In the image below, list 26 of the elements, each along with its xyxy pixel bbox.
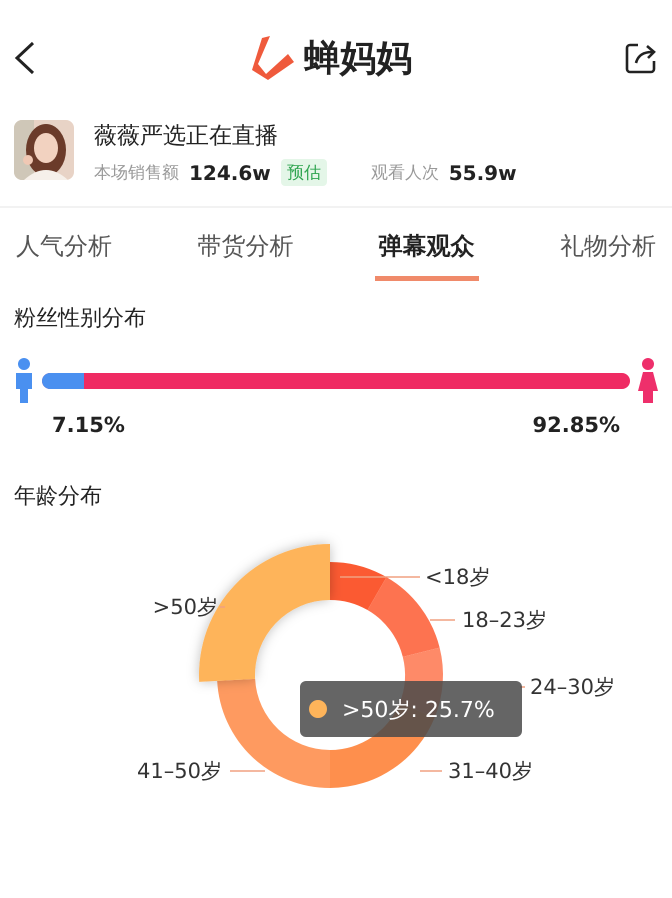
segment-label: 18–23岁 xyxy=(462,608,547,632)
segment-label: <18岁 xyxy=(425,565,490,589)
sales-label: 本场销售额 xyxy=(94,162,179,184)
estimate-tag: 预估 xyxy=(280,159,327,186)
segment-label: >50岁 xyxy=(152,595,218,619)
section-title: 年龄分布 xyxy=(13,483,103,511)
sales-value: 124.6w xyxy=(189,160,271,184)
segment-label: 24–30岁 xyxy=(530,675,615,699)
chart-tooltip: >50岁: 25.7% xyxy=(300,681,522,737)
app-title: 蝉妈妈 xyxy=(304,36,412,80)
female-percent: 92.85% xyxy=(532,413,620,437)
segment-label: 41–50岁 xyxy=(137,759,222,783)
views-label: 观看人次 xyxy=(370,162,439,184)
male-percent: 7.15% xyxy=(52,413,125,437)
tab[interactable]: 礼物分析 xyxy=(556,224,660,281)
tab[interactable]: 带货分析 xyxy=(193,224,298,281)
tab[interactable]: 人气分析 xyxy=(12,224,116,281)
share-icon[interactable] xyxy=(624,41,658,75)
streamer-name: 薇薇严选正在直播 xyxy=(94,122,279,151)
back-icon[interactable] xyxy=(14,41,36,75)
section-title: 粉丝性别分布 xyxy=(13,305,147,333)
female-icon xyxy=(636,357,660,405)
segment-label: 31–40岁 xyxy=(448,759,533,783)
donut-segment[interactable] xyxy=(330,562,386,610)
tab[interactable]: 弹幕观众 xyxy=(374,224,479,281)
views-value: 55.9w xyxy=(448,160,517,184)
